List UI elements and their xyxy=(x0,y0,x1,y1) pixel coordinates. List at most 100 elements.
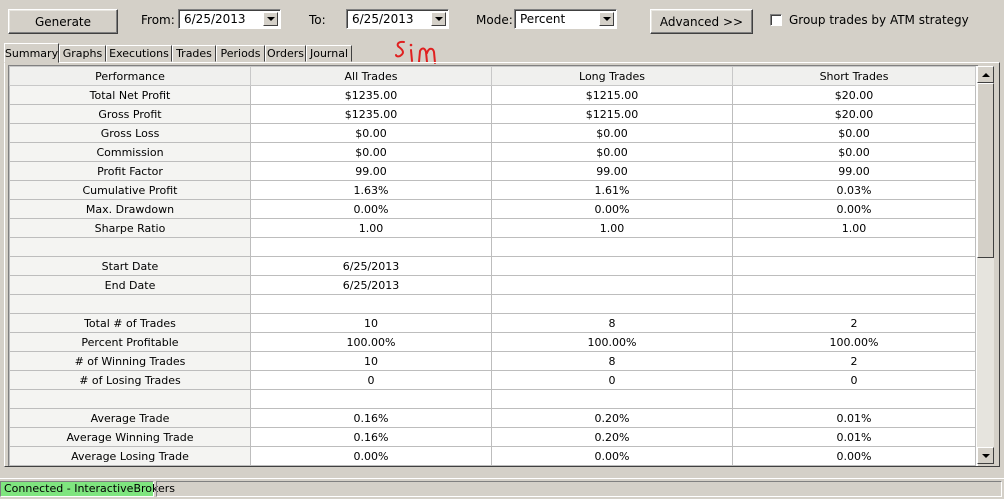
from-date-picker[interactable]: 6/25/2013 xyxy=(178,9,281,29)
metric-label-cell[interactable]: Max. Drawdown xyxy=(9,199,251,219)
metric-label-cell[interactable]: End Date xyxy=(9,275,251,295)
metric-value-cell[interactable]: 8 xyxy=(491,313,733,333)
metric-value-cell[interactable]: 1.00 xyxy=(732,218,976,238)
tab-journal[interactable]: Journal xyxy=(306,45,352,62)
mode-select[interactable]: Percent xyxy=(514,9,617,29)
metric-label-cell[interactable]: Total # of Trades xyxy=(9,313,251,333)
metric-label-cell[interactable] xyxy=(9,389,251,409)
to-date-picker[interactable]: 6/25/2013 xyxy=(346,9,449,29)
tab-summary[interactable]: Summary xyxy=(4,43,59,63)
metric-value-cell[interactable]: 0.00% xyxy=(250,199,492,219)
metric-value-cell[interactable]: 1.00 xyxy=(491,218,733,238)
metric-label-cell[interactable]: # of Losing Trades xyxy=(9,370,251,390)
metric-value-cell[interactable]: 0.00% xyxy=(491,446,733,466)
metric-value-cell[interactable]: $20.00 xyxy=(732,85,976,105)
metric-value-cell[interactable] xyxy=(250,389,492,409)
metric-label-cell[interactable] xyxy=(9,294,251,314)
metric-value-cell[interactable] xyxy=(732,275,976,295)
metric-value-cell[interactable]: 0.01% xyxy=(732,427,976,447)
metric-value-cell[interactable]: 1.00 xyxy=(250,218,492,238)
metric-value-cell[interactable]: 1.61% xyxy=(491,180,733,200)
metric-value-cell[interactable] xyxy=(491,256,733,276)
tab-graphs[interactable]: Graphs xyxy=(59,45,106,62)
metric-value-cell[interactable]: $20.00 xyxy=(732,104,976,124)
chevron-down-icon[interactable] xyxy=(431,12,446,26)
metric-value-cell[interactable] xyxy=(250,294,492,314)
metric-label-cell[interactable]: Percent Profitable xyxy=(9,332,251,352)
metric-label-cell[interactable]: Commission xyxy=(9,142,251,162)
scroll-up-button[interactable] xyxy=(977,66,994,83)
metric-value-cell[interactable]: 100.00% xyxy=(250,332,492,352)
metric-value-cell[interactable]: 6/25/2013 xyxy=(250,256,492,276)
metric-label-cell[interactable]: Start Date xyxy=(9,256,251,276)
metric-label-cell[interactable]: Gross Loss xyxy=(9,123,251,143)
metric-value-cell[interactable] xyxy=(732,294,976,314)
scroll-thumb[interactable] xyxy=(977,83,994,258)
metric-value-cell[interactable]: $1215.00 xyxy=(491,104,733,124)
metric-value-cell[interactable]: 99.00 xyxy=(250,161,492,181)
metric-value-cell[interactable]: 0.00% xyxy=(732,446,976,466)
metric-value-cell[interactable] xyxy=(491,237,733,257)
column-header-long-trades[interactable]: Long Trades xyxy=(491,66,733,86)
chevron-down-icon[interactable] xyxy=(599,12,614,26)
metric-label-cell[interactable]: Sharpe Ratio xyxy=(9,218,251,238)
metric-label-cell[interactable]: Cumulative Profit xyxy=(9,180,251,200)
metric-value-cell[interactable]: 99.00 xyxy=(491,161,733,181)
generate-button[interactable]: Generate xyxy=(8,9,118,34)
metric-label-cell[interactable] xyxy=(9,237,251,257)
metric-value-cell[interactable]: 0.16% xyxy=(250,427,492,447)
metric-value-cell[interactable]: 10 xyxy=(250,313,492,333)
metric-value-cell[interactable]: 0.00% xyxy=(491,199,733,219)
metric-value-cell[interactable]: 2 xyxy=(732,313,976,333)
tab-trades[interactable]: Trades xyxy=(172,45,216,62)
metric-value-cell[interactable]: 0 xyxy=(732,370,976,390)
metric-value-cell[interactable]: 0.16% xyxy=(250,408,492,428)
metric-value-cell[interactable] xyxy=(732,256,976,276)
chevron-down-icon[interactable] xyxy=(263,12,278,26)
metric-value-cell[interactable]: 0.00% xyxy=(250,446,492,466)
metric-label-cell[interactable]: Average Losing Trade xyxy=(9,446,251,466)
metric-value-cell[interactable] xyxy=(250,237,492,257)
column-header-all-trades[interactable]: All Trades xyxy=(250,66,492,86)
metric-value-cell[interactable]: $0.00 xyxy=(732,123,976,143)
metric-value-cell[interactable] xyxy=(491,389,733,409)
metric-value-cell[interactable]: $0.00 xyxy=(491,123,733,143)
metric-value-cell[interactable]: 8 xyxy=(491,351,733,371)
tab-periods[interactable]: Periods xyxy=(216,45,265,62)
metric-value-cell[interactable]: $1235.00 xyxy=(250,85,492,105)
metric-label-cell[interactable]: Total Net Profit xyxy=(9,85,251,105)
metric-value-cell[interactable] xyxy=(732,389,976,409)
metric-value-cell[interactable]: 0.01% xyxy=(732,408,976,428)
metric-label-cell[interactable]: # of Winning Trades xyxy=(9,351,251,371)
metric-value-cell[interactable]: 6/25/2013 xyxy=(250,275,492,295)
metric-value-cell[interactable]: $0.00 xyxy=(250,123,492,143)
metric-value-cell[interactable]: $0.00 xyxy=(732,142,976,162)
metric-label-cell[interactable]: Average Trade xyxy=(9,408,251,428)
metric-value-cell[interactable]: 0.00% xyxy=(732,199,976,219)
metric-value-cell[interactable]: 0.03% xyxy=(732,180,976,200)
metric-value-cell[interactable] xyxy=(732,237,976,257)
metric-value-cell[interactable]: 100.00% xyxy=(491,332,733,352)
metric-value-cell[interactable]: $0.00 xyxy=(491,142,733,162)
metric-value-cell[interactable]: 10 xyxy=(250,351,492,371)
scroll-down-button[interactable] xyxy=(977,447,994,464)
metric-value-cell[interactable]: 99.00 xyxy=(732,161,976,181)
metric-value-cell[interactable]: $1215.00 xyxy=(491,85,733,105)
metric-label-cell[interactable]: Gross Profit xyxy=(9,104,251,124)
metric-value-cell[interactable]: 0 xyxy=(491,370,733,390)
column-header-short-trades[interactable]: Short Trades xyxy=(732,66,976,86)
metric-value-cell[interactable]: 1.63% xyxy=(250,180,492,200)
advanced-button[interactable]: Advanced >> xyxy=(650,9,753,34)
tab-orders[interactable]: Orders xyxy=(265,45,306,62)
metric-value-cell[interactable] xyxy=(491,275,733,295)
metric-value-cell[interactable]: 0 xyxy=(250,370,492,390)
group-trades-checkbox[interactable] xyxy=(770,14,782,26)
column-header-performance[interactable]: Performance xyxy=(9,66,251,86)
metric-value-cell[interactable]: 2 xyxy=(732,351,976,371)
metric-value-cell[interactable]: $0.00 xyxy=(250,142,492,162)
metric-value-cell[interactable] xyxy=(491,294,733,314)
metric-value-cell[interactable]: 0.20% xyxy=(491,408,733,428)
metric-label-cell[interactable]: Profit Factor xyxy=(9,161,251,181)
metric-value-cell[interactable]: 100.00% xyxy=(732,332,976,352)
metric-label-cell[interactable]: Average Winning Trade xyxy=(9,427,251,447)
